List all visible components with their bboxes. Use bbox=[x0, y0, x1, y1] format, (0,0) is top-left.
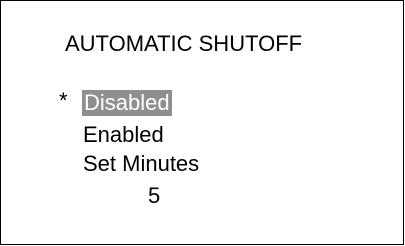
menu-item-disabled[interactable]: Disabled bbox=[82, 90, 172, 116]
menu-item-label-set-minutes: Set Minutes bbox=[83, 151, 200, 176]
device-screen: AUTOMATIC SHUTOFF * Disabled Enabled Set… bbox=[0, 0, 404, 245]
menu-item-set-minutes[interactable]: Set Minutes bbox=[83, 151, 199, 177]
screen-title: AUTOMATIC SHUTOFF bbox=[65, 31, 303, 56]
menu-item-label-disabled: Disabled bbox=[82, 90, 172, 116]
minutes-value[interactable]: 5 bbox=[148, 183, 160, 209]
menu-item-enabled[interactable]: Enabled bbox=[83, 122, 164, 148]
menu-item-label-enabled: Enabled bbox=[83, 122, 164, 147]
selection-cursor: * bbox=[59, 88, 68, 113]
